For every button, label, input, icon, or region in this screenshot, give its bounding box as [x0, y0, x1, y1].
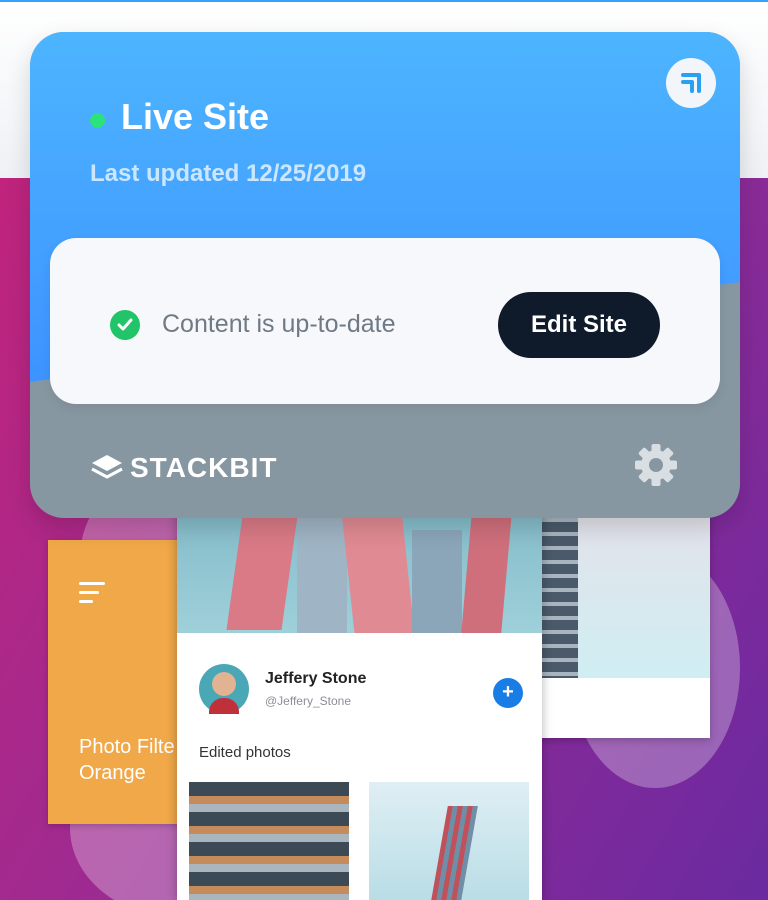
profile-name: Jeffery Stone [265, 670, 367, 687]
check-circle-icon [110, 310, 140, 340]
live-status-dot [90, 113, 105, 128]
photo-thumbnail [369, 782, 529, 900]
widget-title: Live Site [121, 96, 270, 137]
brand-name: STACKBIT [130, 452, 278, 483]
status-panel: Content is up-to-date Edit Site [50, 238, 720, 404]
live-site-widget: Live Site Last updated 12/25/2019 Conten… [30, 32, 740, 518]
edit-site-button[interactable]: Edit Site [498, 292, 660, 358]
photo-thumbnail [189, 782, 349, 900]
avatar [199, 664, 249, 714]
gear-icon [635, 444, 677, 486]
edited-photos-label: Edited photos [199, 744, 291, 761]
last-updated-text: Last updated 12/25/2019 [90, 160, 367, 187]
profile-handle: @Jeffery_Stone [265, 694, 352, 708]
content-status-text: Content is up-to-date [162, 310, 396, 338]
settings-button[interactable] [633, 442, 679, 493]
profile-card: Jeffery Stone @Jeffery_Stone + Edited ph… [177, 490, 542, 900]
collapse-corner-icon [681, 73, 701, 93]
add-button[interactable]: + [493, 678, 523, 708]
photo-filter-card: Photo Filte Orange [48, 540, 196, 824]
building-photo-card [520, 508, 710, 738]
collapse-button[interactable] [666, 58, 716, 108]
menu-icon [79, 582, 105, 609]
stackbit-logo-icon [91, 455, 123, 479]
photo-filter-caption: Photo Filte Orange [79, 736, 175, 784]
